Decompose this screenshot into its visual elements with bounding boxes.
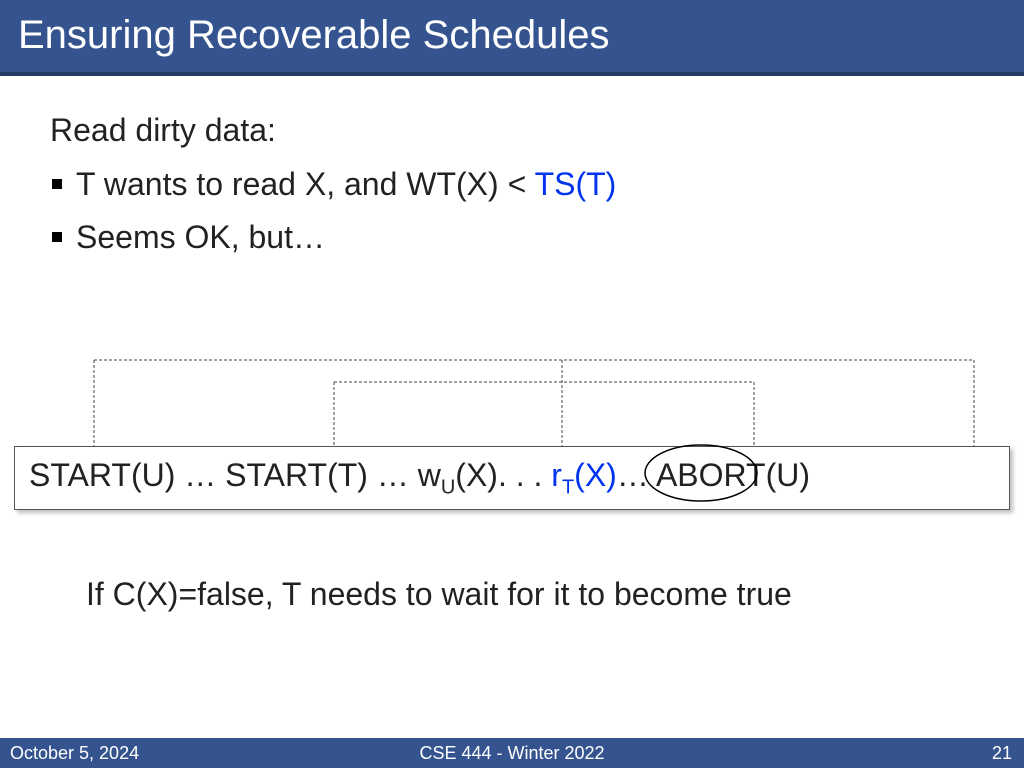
slide: Ensuring Recoverable Schedules Read dirt… (0, 0, 1024, 768)
sequence-diagram: START(U) … START(T) … wU(X). . . rT(X)… … (14, 446, 1010, 510)
seq-rt-r: r (551, 457, 562, 493)
seq-part: (X). . . (455, 457, 551, 493)
bullet-text: Seems OK, but… (76, 219, 325, 255)
slide-title: Ensuring Recoverable Schedules (0, 0, 1024, 76)
bullet-list: T wants to read X, and WT(X) < TS(T) See… (50, 163, 974, 259)
lead-text: Read dirty data: (50, 112, 974, 149)
bullet-text: T wants to read X, and WT(X) < (76, 166, 535, 202)
bullet-blue: TS(T) (535, 166, 617, 202)
slide-body: Read dirty data: T wants to read X, and … (0, 76, 1024, 768)
seq-rt-sub: T (562, 476, 574, 498)
bullet-item: T wants to read X, and WT(X) < TS(T) (50, 163, 974, 206)
seq-rt-tail: (X) (574, 457, 617, 493)
bracket-lines (14, 360, 1010, 446)
seq-rt: rT(X) (551, 457, 617, 493)
seq-part: START(U) … START(T) … w (29, 457, 441, 493)
sequence-box: START(U) … START(T) … wU(X). . . rT(X)… … (14, 446, 1010, 510)
seq-sub-u: U (441, 476, 455, 498)
bullet-item: Seems OK, but… (50, 216, 974, 259)
footer-course: CSE 444 - Winter 2022 (0, 743, 1024, 764)
footer-bar: CSE 444 - Winter 2022 October 5, 2024 21 (0, 738, 1024, 768)
note-text: If C(X)=false, T needs to wait for it to… (86, 576, 792, 613)
seq-part: … ABORT(U) (617, 457, 810, 493)
